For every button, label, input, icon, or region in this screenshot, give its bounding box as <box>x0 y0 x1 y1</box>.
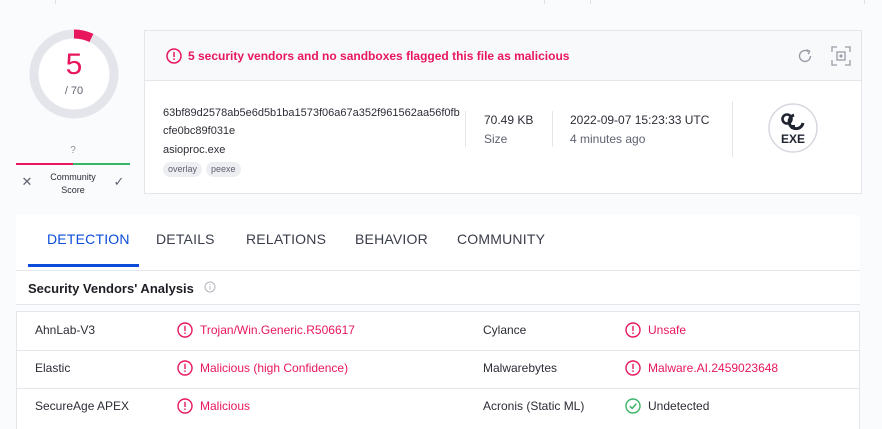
malicious-icon <box>177 398 193 414</box>
section-header: Security Vendors' Analysis <box>16 271 860 305</box>
table-row: SecureAge APEX Malicious Acronis (Static… <box>17 388 859 427</box>
alert-message: 5 security vendors and no sandboxes flag… <box>188 49 570 63</box>
undetected-icon <box>625 398 641 414</box>
tag-peexe[interactable]: peexe <box>206 162 241 177</box>
tab-details[interactable]: DETAILS <box>156 231 215 247</box>
malicious-icon <box>625 322 641 338</box>
divider <box>732 101 733 157</box>
file-size: 70.49 KB <box>484 113 534 127</box>
detection-result[interactable]: Malicious <box>200 399 250 413</box>
vendor-results-table: AhnLab-V3 Trojan/Win.Generic.R506617 Cyl… <box>16 311 860 429</box>
community-score-bar <box>16 163 130 165</box>
vendor-name: Elastic <box>35 361 71 375</box>
exe-file-type-icon: EXE <box>768 103 818 153</box>
top-strip <box>0 0 882 4</box>
exe-label: EXE <box>781 132 805 146</box>
community-score-value: ? <box>70 145 76 156</box>
tab-behavior[interactable]: BEHAVIOR <box>355 231 428 247</box>
detection-result[interactable]: Trojan/Win.Generic.R506617 <box>200 323 355 337</box>
table-row: Elastic Malicious (high Confidence) Malw… <box>17 350 859 389</box>
vote-harmful-icon[interactable]: ✕ <box>19 174 35 190</box>
report-tabs: DETECTION DETAILS RELATIONS BEHAVIOR COM… <box>16 215 860 271</box>
detection-result: Undetected <box>648 399 710 413</box>
malicious-icon <box>177 360 193 376</box>
detection-count: 5 <box>65 48 83 81</box>
file-name: asioproc.exe <box>163 144 226 156</box>
file-info-card: 5 security vendors and no sandboxes flag… <box>144 30 862 194</box>
detection-total: / 70 <box>64 85 84 97</box>
file-tags: overlay peexe <box>163 162 241 177</box>
analysis-date-relative: 4 minutes ago <box>570 132 646 146</box>
community-score: ? ✕ Community Score ✓ <box>16 141 130 199</box>
divider <box>465 111 466 147</box>
community-score-label: Community Score <box>50 172 96 195</box>
vote-harmless-icon[interactable]: ✓ <box>111 174 127 190</box>
info-icon[interactable] <box>204 281 216 293</box>
active-tab-indicator <box>28 264 139 267</box>
detection-result[interactable]: Malware.AI.2459023648 <box>648 361 778 375</box>
malicious-icon <box>177 322 193 338</box>
alert-icon <box>166 48 182 64</box>
analysis-date: 2022-09-07 15:23:33 UTC <box>570 113 710 127</box>
similar-search-icon[interactable] <box>830 45 852 67</box>
file-size-label: Size <box>484 132 508 146</box>
malicious-icon <box>625 360 641 376</box>
table-row: AhnLab-V3 Trojan/Win.Generic.R506617 Cyl… <box>17 312 859 351</box>
section-title: Security Vendors' Analysis <box>28 281 194 296</box>
tab-community[interactable]: COMMUNITY <box>457 231 545 247</box>
vendor-name: Malwarebytes <box>483 361 558 375</box>
vendor-name: Acronis (Static ML) <box>483 399 585 413</box>
malicious-alert-banner: 5 security vendors and no sandboxes flag… <box>145 31 861 81</box>
reanalyze-icon[interactable] <box>796 47 814 65</box>
tag-overlay[interactable]: overlay <box>163 162 203 177</box>
tab-detection[interactable]: DETECTION <box>47 231 130 247</box>
detection-result[interactable]: Malicious (high Confidence) <box>200 361 348 375</box>
file-hash[interactable]: 63bf89d2578ab5e6d5b1ba1573f06a67a352f961… <box>163 104 463 140</box>
divider <box>552 111 553 147</box>
vendor-name: AhnLab-V3 <box>35 323 96 337</box>
vendor-name: SecureAge APEX <box>35 399 130 413</box>
detection-result[interactable]: Unsafe <box>648 323 686 337</box>
tab-relations[interactable]: RELATIONS <box>246 231 326 247</box>
vendor-name: Cylance <box>483 323 527 337</box>
